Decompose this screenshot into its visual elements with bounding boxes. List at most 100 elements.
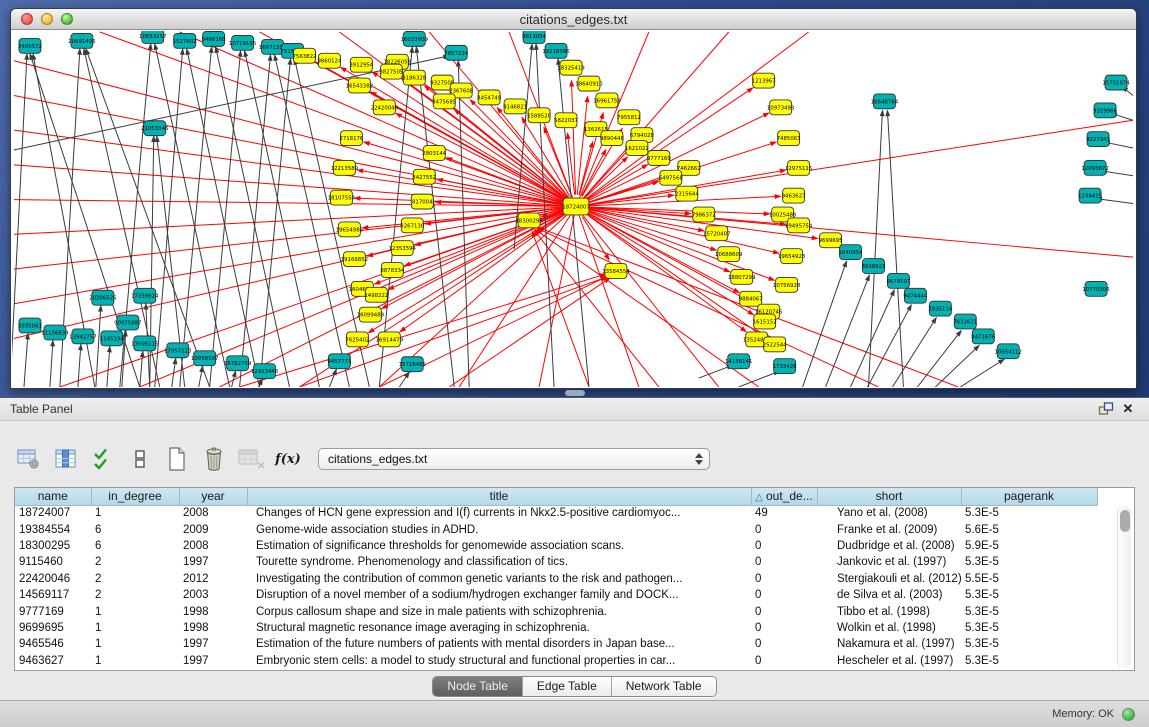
table-cell[interactable]: Estimation of significance thresholds fo… [247, 538, 751, 554]
table-cell[interactable]: 1997 [179, 653, 247, 669]
network-node[interactable]: 10654112 [995, 344, 1022, 359]
network-node[interactable]: 1244415 [1078, 188, 1102, 203]
column-header-year[interactable]: year [179, 488, 247, 505]
table-cell[interactable]: 1997 [179, 554, 247, 570]
table-cell[interactable]: 0 [751, 636, 817, 652]
network-node[interactable]: 8454749 [477, 90, 502, 105]
network-node[interactable]: 18807299 [728, 269, 756, 284]
table-row[interactable]: 977716911998Corpus callosum shape and si… [15, 603, 1097, 619]
network-node[interactable]: 9227341 [1086, 132, 1110, 147]
network-node[interactable]: 3475685 [432, 94, 456, 109]
column-header-in_degree[interactable]: in_degree [91, 488, 179, 505]
function-builder-icon[interactable]: f(x) [275, 446, 301, 472]
network-node[interactable]: 5935061 [18, 318, 42, 333]
network-node[interactable]: 7485063 [777, 131, 801, 146]
network-canvas[interactable]: 2405572206914061065325715276029466160107… [12, 31, 1135, 387]
table-cell[interactable]: Structural magnetic resonance image aver… [247, 620, 751, 636]
table-cell[interactable]: Jankovic et al. (1997) [817, 554, 961, 570]
table-cell[interactable]: Franke et al. (2009) [817, 521, 961, 537]
network-node[interactable]: 15720407 [703, 226, 730, 241]
table-cell[interactable]: 5.3E-5 [961, 587, 1097, 603]
network-node[interactable]: 8427552 [412, 169, 436, 184]
network-node[interactable]: 8186328 [402, 70, 427, 85]
table-cell[interactable]: 5.3E-5 [961, 620, 1097, 636]
network-node[interactable]: 9466160 [202, 31, 227, 46]
network-node[interactable]: 8813054 [522, 31, 547, 43]
network-node[interactable]: 2935114 [928, 301, 953, 316]
network-node[interactable]: 10688609 [715, 247, 743, 262]
network-node[interactable]: 7986372 [692, 207, 716, 222]
table-cell[interactable]: 2 [91, 554, 179, 570]
table-cell[interactable]: Embryonic stem cells: a model to study s… [247, 653, 751, 669]
table-row[interactable]: 2242004622012Investigating the contribut… [15, 571, 1097, 587]
network-node[interactable]: 2718176 [339, 131, 364, 146]
table-cell[interactable]: Genome-wide association studies in ADHD. [247, 521, 751, 537]
table-cell[interactable]: Dudbridge et al. (2008) [817, 538, 961, 554]
network-node[interactable]: 19654985 [336, 222, 363, 237]
table-cell[interactable]: 1 [91, 636, 179, 652]
network-node[interactable]: 9146821 [503, 99, 527, 114]
table-cell[interactable]: 1 [91, 620, 179, 636]
network-node[interactable]: 12923448 [251, 364, 279, 379]
table-cell[interactable]: 1 [91, 653, 179, 669]
table-row[interactable]: 969969511998Structural magnetic resonanc… [15, 620, 1097, 636]
table-cell[interactable]: 2 [91, 571, 179, 587]
table-cell[interactable]: 2009 [179, 521, 247, 537]
network-node[interactable]: 19218586 [542, 43, 570, 58]
network-node[interactable]: 16782759 [224, 356, 252, 371]
network-node[interactable]: 1621022 [625, 141, 649, 156]
network-node[interactable]: 1527602 [173, 33, 197, 48]
select-attributes-icon[interactable] [90, 446, 116, 472]
tab-node-table[interactable]: Node Table [433, 677, 523, 696]
network-node[interactable]: 22420046 [371, 100, 399, 115]
table-cell[interactable]: 9699695 [15, 620, 91, 636]
table-cell[interactable]: Tourette syndrome. Phenomenology and cla… [247, 554, 751, 570]
column-header-pagerank[interactable]: pagerank [961, 488, 1097, 505]
network-node[interactable]: 16914479 [376, 332, 404, 347]
table-cell[interactable]: 18724007 [15, 505, 91, 521]
table-cell[interactable]: 1 [91, 505, 179, 521]
table-row[interactable]: 946362711997Embryonic stem cells: a mode… [15, 653, 1097, 669]
scrollbar-thumb[interactable] [1120, 510, 1130, 532]
network-node[interactable]: 9463627 [782, 188, 806, 203]
table-cell[interactable]: Disruption of a novel member of a sodium… [247, 587, 751, 603]
table-cell[interactable]: 2008 [179, 505, 247, 521]
network-node[interactable]: 18300295 [515, 213, 542, 228]
network-node[interactable]: 11156839 [41, 325, 69, 340]
table-row[interactable]: 1456911722003Disruption of a novel membe… [15, 587, 1097, 603]
network-window-titlebar[interactable]: citations_edges.txt [11, 9, 1136, 30]
network-node[interactable]: 12975115 [785, 160, 812, 175]
table-cell[interactable]: 0 [751, 571, 817, 587]
network-node[interactable]: 9474444 [903, 288, 928, 303]
network-node[interactable]: 2522544 [763, 337, 788, 352]
network-node[interactable]: 1733426 [773, 359, 798, 374]
table-cell[interactable]: 0 [751, 620, 817, 636]
network-node[interactable]: 6679197 [886, 273, 910, 288]
memory-ok-indicator-icon[interactable] [1122, 708, 1135, 721]
table-cell[interactable]: Stergiakouli et al. (2012) [817, 571, 961, 587]
table-row[interactable]: 1830029562008Estimation of significance … [15, 538, 1097, 554]
network-node[interactable]: 3827505 [379, 64, 403, 79]
table-cell[interactable]: 0 [751, 653, 817, 669]
table-cell[interactable]: 1 [91, 603, 179, 619]
table-cell[interactable]: 19384554 [15, 521, 91, 537]
network-node[interactable]: 2405572 [18, 38, 42, 53]
network-node[interactable]: 10770305 [1082, 281, 1109, 296]
network-node[interactable]: 19495754 [785, 218, 813, 233]
table-cell[interactable]: 5.3E-5 [961, 505, 1097, 521]
network-node[interactable]: 15716485 [399, 357, 426, 372]
network-node[interactable]: 17359924 [131, 288, 159, 303]
table-cell[interactable]: 5.3E-5 [961, 603, 1097, 619]
table-cell[interactable]: Yano et al. (2008) [817, 505, 961, 521]
network-node[interactable]: 9699695 [819, 233, 843, 248]
network-node[interactable]: 16961758 [593, 93, 621, 108]
float-panel-icon[interactable] [1095, 400, 1117, 418]
table-settings-icon[interactable] [16, 446, 42, 472]
table-cell[interactable]: 0 [751, 554, 817, 570]
table-cell[interactable]: 1997 [179, 636, 247, 652]
network-node[interactable]: 90975887 [114, 315, 141, 330]
network-node[interactable]: 12353594 [389, 241, 417, 256]
network-node[interactable]: 20691406 [68, 33, 96, 48]
table-cell[interactable]: 5.9E-5 [961, 538, 1097, 554]
network-node[interactable]: 8938923 [861, 259, 885, 274]
